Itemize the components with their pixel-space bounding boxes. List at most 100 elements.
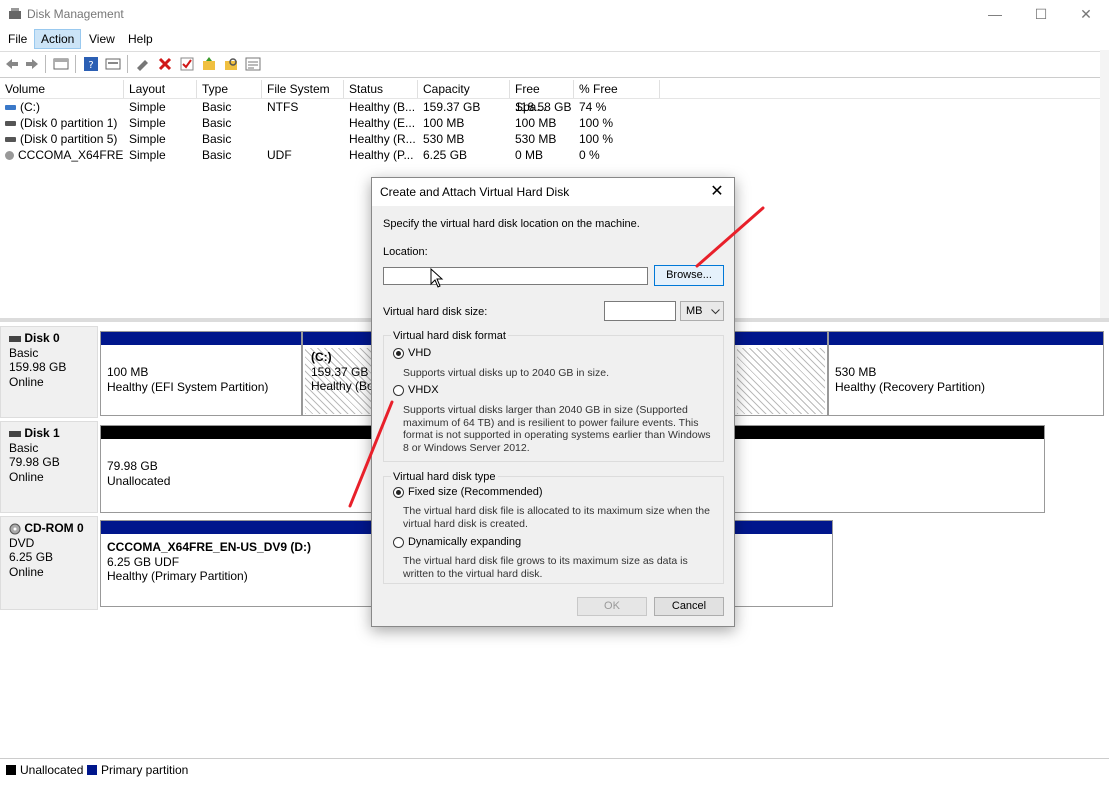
vhdx-radio[interactable] [393, 385, 404, 396]
delete-icon[interactable] [157, 56, 173, 72]
search-folder-icon[interactable] [223, 56, 239, 72]
volume-cell: (C:) [0, 99, 124, 115]
pct-free-cell: 100 % [579, 132, 614, 146]
c-drive-partition-continued[interactable] [734, 331, 828, 416]
table-row[interactable]: (C:) Simple Basic NTFS Healthy (B... 159… [0, 99, 1109, 115]
disk-size: 6.25 GB [9, 550, 54, 564]
primary-partition-swatch [87, 765, 97, 775]
vhdx-description: Supports virtual disks larger than 2040 … [403, 404, 711, 454]
fs-cell [262, 115, 344, 131]
close-window-button[interactable]: ✕ [1063, 0, 1109, 29]
menu-file[interactable]: File [2, 29, 33, 49]
vhd-radio[interactable] [393, 348, 404, 359]
table-row[interactable]: (Disk 0 partition 1) Simple Basic Health… [0, 115, 1109, 131]
forward-arrow-icon[interactable] [24, 56, 40, 72]
maximize-button[interactable]: ☐ [1018, 0, 1064, 29]
settings-list-icon[interactable] [245, 56, 261, 72]
capacity-cell: 100 MB [423, 116, 465, 130]
type-cell: Basic [202, 100, 232, 114]
fixed-size-radio[interactable] [393, 487, 404, 498]
check-disk-icon[interactable] [179, 56, 195, 72]
disk-name: CD-ROM 0 [24, 521, 84, 535]
disk-management-app-icon [9, 8, 21, 19]
mouse-cursor-icon [430, 268, 444, 288]
disk-0-label[interactable]: Disk 0 Basic 159.98 GB Online [0, 326, 98, 418]
vhd-description: Supports virtual disks up to 2040 GB in … [403, 367, 610, 379]
dialog-close-button[interactable]: ✕ [706, 181, 728, 203]
status-cell: Healthy (B... [349, 100, 416, 114]
disk-state: Online [9, 469, 44, 484]
column-free-space[interactable]: Free Spa... [510, 80, 574, 114]
toolbar-separator [127, 55, 128, 73]
volume-list-header: Volume Layout Type File System Status Ca… [0, 80, 1109, 114]
fixed-size-description: The virtual hard disk file is allocated … [403, 505, 710, 530]
cdrom-0-label[interactable]: CD-ROM 0 DVD 6.25 GB Online [0, 516, 98, 610]
menu-action[interactable]: Action [34, 29, 82, 49]
browse-button[interactable]: Browse... [654, 265, 724, 286]
capacity-cell: 159.37 GB [423, 100, 481, 114]
toolbar-separator [45, 55, 46, 73]
dialog-title: Create and Attach Virtual Hard Disk [380, 185, 570, 199]
cd-rom-icon [9, 523, 21, 535]
back-arrow-icon[interactable] [4, 56, 20, 72]
layout-cell: Simple [129, 132, 166, 146]
disk-kind: Basic [9, 440, 39, 455]
pct-free-cell: 0 % [579, 148, 600, 162]
volume-cell: (Disk 0 partition 5) [0, 131, 124, 147]
dvd-drive-icon [5, 151, 14, 161]
c-drive-partition[interactable]: (C:) 159.37 GB N Healthy (Boo [302, 331, 382, 416]
volume-name: (Disk 0 partition 1) [20, 116, 118, 130]
volume-drive-icon [5, 121, 16, 127]
column-file-system[interactable]: File System [262, 80, 344, 98]
table-row[interactable]: (Disk 0 partition 5) Simple Basic Health… [0, 131, 1109, 147]
status-cell: Healthy (E... [349, 116, 416, 130]
disk-1-label[interactable]: Disk 1 Basic 79.98 GB Online [0, 421, 98, 513]
help-icon[interactable]: ? [83, 56, 99, 72]
column-volume[interactable]: Volume [0, 80, 124, 98]
properties-icon[interactable] [105, 56, 121, 72]
free-cell: 100 MB [515, 116, 557, 130]
open-folder-icon[interactable] [201, 56, 217, 72]
volume-name: (C:) [20, 100, 40, 114]
vhd-radio-label[interactable]: VHD [408, 347, 431, 359]
disk-size: 159.98 GB [9, 360, 67, 374]
volume-drive-icon [5, 105, 16, 111]
disk-name: Disk 1 [24, 426, 60, 440]
efi-partition[interactable]: 100 MB Healthy (EFI System Partition) [100, 331, 302, 416]
column-status[interactable]: Status [344, 80, 418, 98]
capacity-cell: 530 MB [423, 132, 465, 146]
menu-view[interactable]: View [83, 29, 121, 49]
recovery-partition[interactable]: 530 MB Healthy (Recovery Partition) [828, 331, 1104, 416]
column-percent-free[interactable]: % Free [574, 80, 660, 98]
vhdx-radio-label[interactable]: VHDX [408, 384, 439, 396]
dynamic-radio-label[interactable]: Dynamically expanding [408, 536, 521, 548]
column-layout[interactable]: Layout [124, 80, 197, 98]
connect-disk-icon[interactable] [135, 56, 151, 72]
table-row[interactable]: CCCOMA_X64FRE... Simple Basic UDF Health… [0, 147, 1109, 163]
fs-cell [262, 131, 344, 147]
legend-primary-label: Primary partition [101, 763, 189, 777]
column-capacity[interactable]: Capacity [418, 80, 510, 98]
status-cell: Healthy (R... [349, 132, 416, 146]
menu-help[interactable]: Help [122, 29, 159, 49]
disk-icon [9, 336, 21, 343]
dialog-intro-text: Specify the virtual hard disk location o… [383, 218, 640, 230]
minimize-button[interactable]: — [972, 0, 1018, 29]
dynamic-radio[interactable] [393, 537, 404, 548]
free-cell: 530 MB [515, 132, 557, 146]
fixed-size-radio-label[interactable]: Fixed size (Recommended) [408, 486, 543, 498]
show-hide-console-tree-icon[interactable] [53, 56, 69, 72]
ok-button[interactable]: OK [577, 597, 647, 616]
disk-state: Online [9, 374, 44, 389]
type-group-title: Virtual hard disk type [391, 471, 498, 483]
create-vhd-dialog: Create and Attach Virtual Hard Disk ✕ Sp… [371, 177, 735, 627]
partition-size: 530 MB [835, 365, 877, 379]
chevron-down-icon [711, 309, 720, 315]
location-input[interactable] [383, 267, 648, 285]
volume-name: (Disk 0 partition 5) [20, 132, 118, 146]
size-unit-dropdown[interactable]: MB [680, 301, 724, 321]
vhd-size-input[interactable] [604, 301, 676, 321]
cancel-button[interactable]: Cancel [654, 597, 724, 616]
partition-size: 100 MB [107, 365, 149, 379]
column-type[interactable]: Type [197, 80, 262, 98]
